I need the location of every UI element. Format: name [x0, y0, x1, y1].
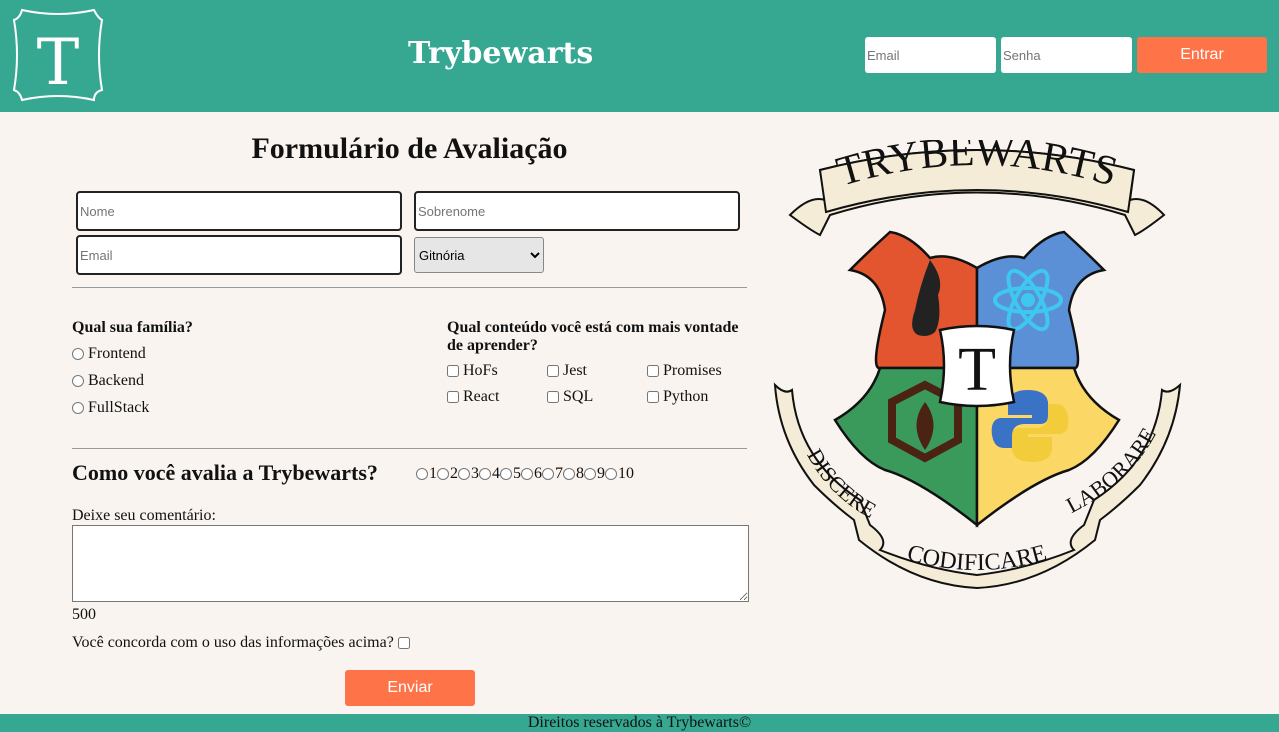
rate-radio[interactable]: [500, 468, 512, 480]
subject-checkbox[interactable]: [647, 365, 659, 377]
rate-radio[interactable]: [479, 468, 491, 480]
rate-question: Como você avalia a Trybewarts?: [72, 460, 378, 485]
family-radio[interactable]: [72, 375, 84, 387]
crest-center-letter: T: [958, 336, 996, 404]
subject-option-react[interactable]: React: [447, 388, 499, 406]
subject-option-python[interactable]: Python: [647, 388, 708, 406]
subject-option-promises[interactable]: Promises: [647, 362, 722, 380]
trybewarts-crest-image: TRYBEWARTS T DISCERE CODIFICARE LABORARE: [773, 140, 1182, 590]
subject-option-sql[interactable]: SQL: [547, 388, 593, 406]
subject-option-hofs[interactable]: HoFs: [447, 362, 498, 380]
svg-text:T: T: [37, 26, 80, 100]
form-title: Formulário de Avaliação: [251, 132, 568, 165]
rate-option-1[interactable]: 1: [416, 465, 437, 483]
subject-checkbox[interactable]: [447, 365, 459, 377]
rate-option-5[interactable]: 5: [500, 465, 521, 483]
comment-textarea[interactable]: [72, 525, 749, 602]
rate-option-10[interactable]: 10: [605, 465, 634, 483]
footer: Direitos reservados à Trybewarts©: [0, 714, 1279, 732]
house-select[interactable]: Gitnória: [414, 237, 544, 273]
rate-option-9[interactable]: 9: [584, 465, 605, 483]
rate-option-3[interactable]: 3: [458, 465, 479, 483]
rate-radio[interactable]: [584, 468, 596, 480]
rate-option-6[interactable]: 6: [521, 465, 542, 483]
comment-label: Deixe seu comentário:: [72, 507, 216, 524]
login-email-input[interactable]: [865, 37, 996, 73]
divider: [72, 448, 747, 449]
rate-option-8[interactable]: 8: [563, 465, 584, 483]
subject-checkbox[interactable]: [547, 365, 559, 377]
subject-checkbox[interactable]: [647, 391, 659, 403]
subject-question: Qual conteúdo você está com mais vontade…: [447, 319, 739, 354]
agreement-checkbox[interactable]: [397, 637, 410, 649]
family-radio[interactable]: [72, 348, 84, 360]
email-input[interactable]: [76, 235, 402, 275]
agreement-label[interactable]: Você concorda com o uso das informações …: [72, 634, 410, 652]
submit-button[interactable]: Enviar: [345, 670, 475, 706]
login-button[interactable]: Entrar: [1137, 37, 1267, 73]
name-input[interactable]: [76, 191, 402, 231]
family-radio[interactable]: [72, 402, 84, 414]
rate-option-2[interactable]: 2: [437, 465, 458, 483]
divider: [72, 287, 747, 288]
family-option-frontend[interactable]: Frontend: [72, 345, 146, 363]
subject-option-jest[interactable]: Jest: [547, 362, 587, 380]
rate-radio[interactable]: [521, 468, 533, 480]
rate-radio[interactable]: [416, 468, 428, 480]
character-counter: 500: [72, 606, 96, 623]
family-question: Qual sua família?: [72, 319, 193, 336]
rate-radio[interactable]: [542, 468, 554, 480]
subject-checkbox[interactable]: [447, 391, 459, 403]
lastname-input[interactable]: [414, 191, 740, 231]
rate-radio[interactable]: [458, 468, 470, 480]
trybewarts-logo: T: [12, 8, 104, 102]
site-title: Trybewarts: [408, 36, 594, 71]
rate-radio[interactable]: [563, 468, 575, 480]
rate-option-7[interactable]: 7: [542, 465, 563, 483]
rate-radio[interactable]: [605, 468, 617, 480]
subject-checkbox[interactable]: [547, 391, 559, 403]
footer-text: Direitos reservados à Trybewarts©: [527, 714, 752, 731]
family-option-fullstack[interactable]: FullStack: [72, 399, 149, 417]
top-header: T Trybewarts Entrar: [0, 0, 1279, 112]
family-option-backend[interactable]: Backend: [72, 372, 144, 390]
rate-option-4[interactable]: 4: [479, 465, 500, 483]
login-password-input[interactable]: [1001, 37, 1132, 73]
rate-radio[interactable]: [437, 468, 449, 480]
rating-group: 1 2 3 4 5 6 7 8 9 10: [416, 465, 634, 483]
